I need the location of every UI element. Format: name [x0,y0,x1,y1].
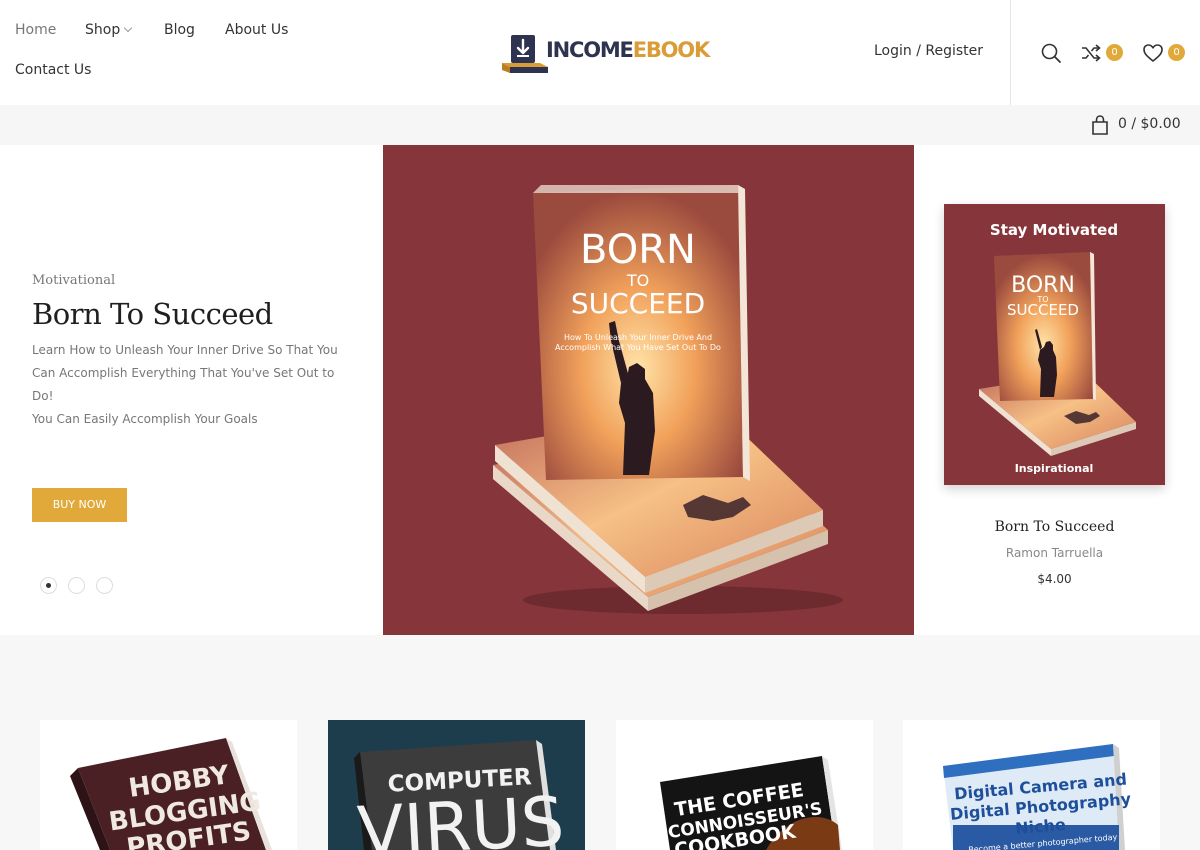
nav-contact-us[interactable]: Contact Us [15,62,91,78]
nav-shop-label: Shop [85,22,121,38]
nav-about-us[interactable]: About Us [225,22,288,38]
shopping-bag-icon[interactable] [1091,115,1109,135]
wishlist-count-badge: 0 [1168,44,1185,61]
header-divider [1010,0,1011,105]
hero-description: Learn How to Unleash Your Inner Drive So… [32,339,350,431]
nav-home[interactable]: Home [15,22,56,38]
hero-title: Born To Succeed [32,297,273,331]
svg-text:Stay Motivated: Stay Motivated [990,221,1118,239]
svg-text:Accomplish What You Have Set O: Accomplish What You Have Set Out To Do [555,343,721,352]
svg-text:How To Unleash Your Inner Driv: How To Unleash Your Inner Drive And [564,333,712,342]
side-product-price: $4.00 [1037,572,1072,586]
hero-category: Motivational [32,273,116,288]
svg-text:SUCCEED: SUCCEED [571,287,705,320]
product-cover-computer-virus: COMPUTER VIRUS [354,740,567,850]
chevron-down-icon [123,23,133,33]
buy-now-button[interactable]: BUY NOW [32,488,127,522]
book-stack-illustration: BORN TO SUCCEED How To Unleash Your Inne… [493,185,843,614]
side-product-author: Ramon Tarruella [1005,546,1104,560]
product-card-digital-camera-photography[interactable]: Digital Camera and Digital Photography N… [903,720,1160,850]
hero-description-text: Learn How to Unleash Your Inner Drive So… [32,343,338,403]
nav-shop[interactable]: Shop [85,22,133,38]
hero-description-text-2: You Can Easily Accomplish Your Goals [32,412,258,426]
login-register-link[interactable]: Login / Register [874,43,983,59]
slider-dot-2[interactable] [68,577,85,594]
product-cover-coffee-cookbook: THE COFFEE CONNOISSEUR'S COOKBOOK [660,756,842,850]
slider-dot-3[interactable] [96,577,113,594]
compare-shuffle-icon[interactable] [1080,42,1102,64]
side-product-name[interactable]: Born To Succeed [944,519,1165,535]
product-grid: HOBBY BLOGGING PROFITS COMPUTER VIRUS TH… [0,635,1200,850]
svg-text:SUCCEED: SUCCEED [1007,301,1079,319]
search-icon[interactable] [1040,42,1062,64]
cart-summary[interactable]: 0 / $0.00 [1118,116,1181,132]
product-cover-digital-camera: Digital Camera and Digital Photography N… [943,744,1132,850]
side-book-illustration: Stay Motivated BORN TO SUCCEED Inspirati… [979,221,1136,475]
svg-text:Inspirational: Inspirational [1015,462,1094,475]
site-header: Home Shop Blog About Us Contact Us INCOM… [0,0,1200,105]
side-product-image[interactable]: Stay Motivated BORN TO SUCCEED Inspirati… [944,204,1165,485]
product-card-hobby-blogging-profits[interactable]: HOBBY BLOGGING PROFITS [40,720,297,850]
site-logo[interactable]: INCOMEEBOOK [500,30,710,74]
svg-text:BORN: BORN [580,227,696,273]
book-download-logo-icon [502,35,548,73]
heart-icon[interactable] [1142,42,1164,64]
slider-dot-1[interactable] [40,577,57,594]
svg-text:VIRUS: VIRUS [356,783,567,850]
product-card-computer-virus[interactable]: COMPUTER VIRUS [328,720,585,850]
compare-count-badge: 0 [1106,44,1123,61]
product-card-coffee-connoisseurs-cookbook[interactable]: THE COFFEE CONNOISSEUR'S COOKBOOK [616,720,873,850]
nav-blog[interactable]: Blog [164,22,195,38]
hero-slider: Motivational Born To Succeed Learn How t… [0,145,1200,635]
product-cover-hobby-blogging: HOBBY BLOGGING PROFITS [70,738,272,850]
hero-book-image: BORN TO SUCCEED How To Unleash Your Inne… [383,145,914,635]
logo-text: INCOMEEBOOK [546,38,710,62]
cart-bar: 0 / $0.00 [0,105,1200,145]
